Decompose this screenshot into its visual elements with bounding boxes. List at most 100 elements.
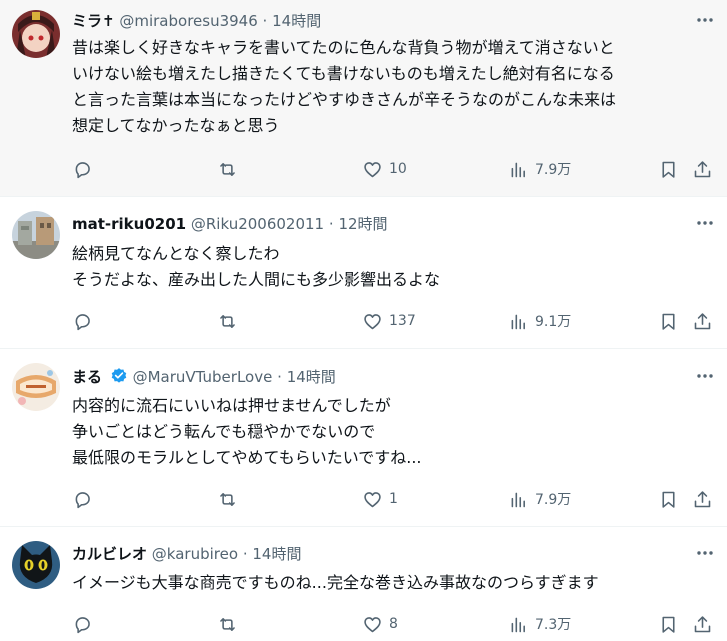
display-name[interactable]: カルビレオ (72, 545, 147, 563)
tweet[interactable]: まる @MaruVTuberLove · 14時間 内容的に流石にいいねは押せま… (0, 349, 727, 527)
retweet-icon (220, 162, 235, 176)
tweet-text: 絵柄見てなんとなく察したわ そうだよな、産み出した人間にも多少影響出るよな (72, 241, 711, 293)
separator: · (262, 12, 268, 30)
like-button[interactable]: 8 (362, 611, 398, 637)
tweet-text-line: そうだよな、産み出した人間にも多少影響出るよな (72, 270, 441, 289)
username[interactable]: @Riku200602011 (191, 215, 324, 233)
vtuber-logo-avatar[interactable] (12, 363, 60, 411)
username[interactable]: @miraboresu3946 (119, 12, 257, 30)
bookmark-button[interactable] (658, 486, 679, 512)
reply-button[interactable] (72, 486, 99, 512)
share-button[interactable] (692, 308, 713, 334)
username[interactable]: @karubireo (152, 545, 238, 563)
reply-feed: ミラ✝ @miraboresu3946 · 14時間 昔は楽しく好きなキャラを書… (0, 0, 727, 641)
reply-button[interactable] (72, 308, 99, 334)
more-options-icon[interactable] (695, 213, 715, 233)
like-count: 1 (389, 491, 398, 507)
share-icon (694, 160, 711, 177)
tweet-text-line: いけない絵も増えたし描きたくても書けないものも増えたし絶対有名になる (72, 64, 615, 83)
reply-icon (75, 161, 90, 178)
retweet-button[interactable] (217, 611, 244, 637)
timestamp[interactable]: 12時間 (338, 215, 387, 233)
analytics-icon (511, 617, 525, 632)
street-photo-avatar[interactable] (12, 211, 60, 259)
heart-icon (364, 616, 381, 632)
retweet-button[interactable] (217, 308, 244, 334)
tweet-text-line: と言った言葉は本当になったけどやすゆきさんが辛そうなのがこんな未来は (72, 90, 617, 109)
anime-girl-avatar[interactable] (12, 10, 60, 58)
views-button[interactable]: 7.3万 (508, 611, 571, 637)
like-button[interactable]: 137 (362, 308, 416, 334)
like-button[interactable]: 10 (362, 156, 407, 182)
tweet-header: まる @MaruVTuberLove · 14時間 (72, 366, 683, 388)
heart-icon (364, 491, 381, 507)
separator: · (277, 368, 282, 386)
tweet-text-line: 想定してなかったなぁと思う (72, 116, 280, 135)
display-name[interactable]: mat-riku0201 (72, 215, 186, 233)
reply-icon (75, 616, 90, 633)
retweet-button[interactable] (217, 156, 244, 182)
bookmark-button[interactable] (658, 611, 679, 637)
bookmark-button[interactable] (658, 308, 679, 334)
share-icon (694, 490, 711, 507)
views-button[interactable]: 7.9万 (508, 486, 571, 512)
tweet[interactable]: ミラ✝ @miraboresu3946 · 14時間 昔は楽しく好きなキャラを書… (0, 0, 727, 197)
share-icon (694, 615, 711, 632)
more-options-icon[interactable] (695, 366, 715, 386)
view-count: 9.1万 (535, 314, 572, 330)
action-bar: 1 7.9万 (72, 486, 713, 512)
separator: · (242, 545, 248, 563)
share-button[interactable] (692, 611, 713, 637)
action-bar: 137 9.1万 (72, 308, 713, 334)
username[interactable]: @MaruVTuberLove (133, 368, 273, 386)
tweet-header: カルビレオ @karubireo · 14時間 (72, 543, 683, 565)
tweet[interactable]: mat-riku0201 @Riku200602011 · 12時間 絵柄見てな… (0, 197, 727, 349)
reply-button[interactable] (72, 156, 99, 182)
views-button[interactable]: 9.1万 (508, 308, 571, 334)
bookmark-icon (662, 313, 675, 330)
retweet-button[interactable] (217, 486, 244, 512)
heart-icon (364, 161, 381, 177)
bookmark-button[interactable] (658, 156, 679, 182)
tweet-header: ミラ✝ @miraboresu3946 · 14時間 (72, 10, 683, 32)
bookmark-icon (662, 161, 675, 178)
display-name[interactable]: まる (72, 368, 102, 386)
more-options-icon[interactable] (695, 10, 715, 30)
tweet-text-line: 内容的に流石にいいねは押せませんでしたが (72, 396, 391, 415)
black-cat-avatar[interactable] (12, 541, 60, 589)
timestamp[interactable]: 14時間 (252, 545, 301, 563)
timestamp[interactable]: 14時間 (287, 368, 336, 386)
reply-button[interactable] (72, 611, 99, 637)
tweet-header: mat-riku0201 @Riku200602011 · 12時間 (72, 213, 683, 235)
tweet-text-line: イメージも大事な商売ですものね...完全な巻き込み事故なのつらすぎます (72, 573, 599, 592)
view-count: 7.3万 (535, 617, 572, 633)
tweet-text: 内容的に流石にいいねは押せませんでしたが 争いごとはどう転んでも穏やかでないので… (72, 393, 711, 471)
analytics-icon (511, 314, 525, 329)
reply-icon (75, 491, 90, 508)
like-button[interactable]: 1 (362, 486, 398, 512)
tweet-text: イメージも大事な商売ですものね...完全な巻き込み事故なのつらすぎます (72, 570, 711, 596)
analytics-icon (511, 492, 525, 507)
timestamp[interactable]: 14時間 (272, 12, 321, 30)
action-bar: 8 7.3万 (72, 611, 713, 637)
more-options-icon[interactable] (695, 543, 715, 563)
tweet[interactable]: カルビレオ @karubireo · 14時間 イメージも大事な商売ですものね.… (0, 527, 727, 641)
view-count: 7.9万 (535, 492, 572, 508)
bookmark-icon (662, 616, 675, 633)
display-name[interactable]: ミラ✝ (72, 12, 115, 30)
bookmark-icon (662, 491, 675, 508)
verified-badge-icon (111, 368, 127, 383)
like-count: 10 (389, 161, 407, 177)
reply-icon (75, 313, 90, 330)
share-icon (694, 312, 711, 329)
like-count: 8 (389, 616, 398, 632)
tweet-text-line: 争いごとはどう転んでも穏やかでないので (72, 422, 376, 441)
retweet-icon (220, 617, 235, 631)
share-button[interactable] (692, 156, 713, 182)
action-bar: 10 7.9万 (72, 156, 713, 182)
separator: · (328, 215, 334, 233)
analytics-icon (511, 162, 525, 177)
views-button[interactable]: 7.9万 (508, 156, 571, 182)
retweet-icon (220, 492, 235, 506)
share-button[interactable] (692, 486, 713, 512)
